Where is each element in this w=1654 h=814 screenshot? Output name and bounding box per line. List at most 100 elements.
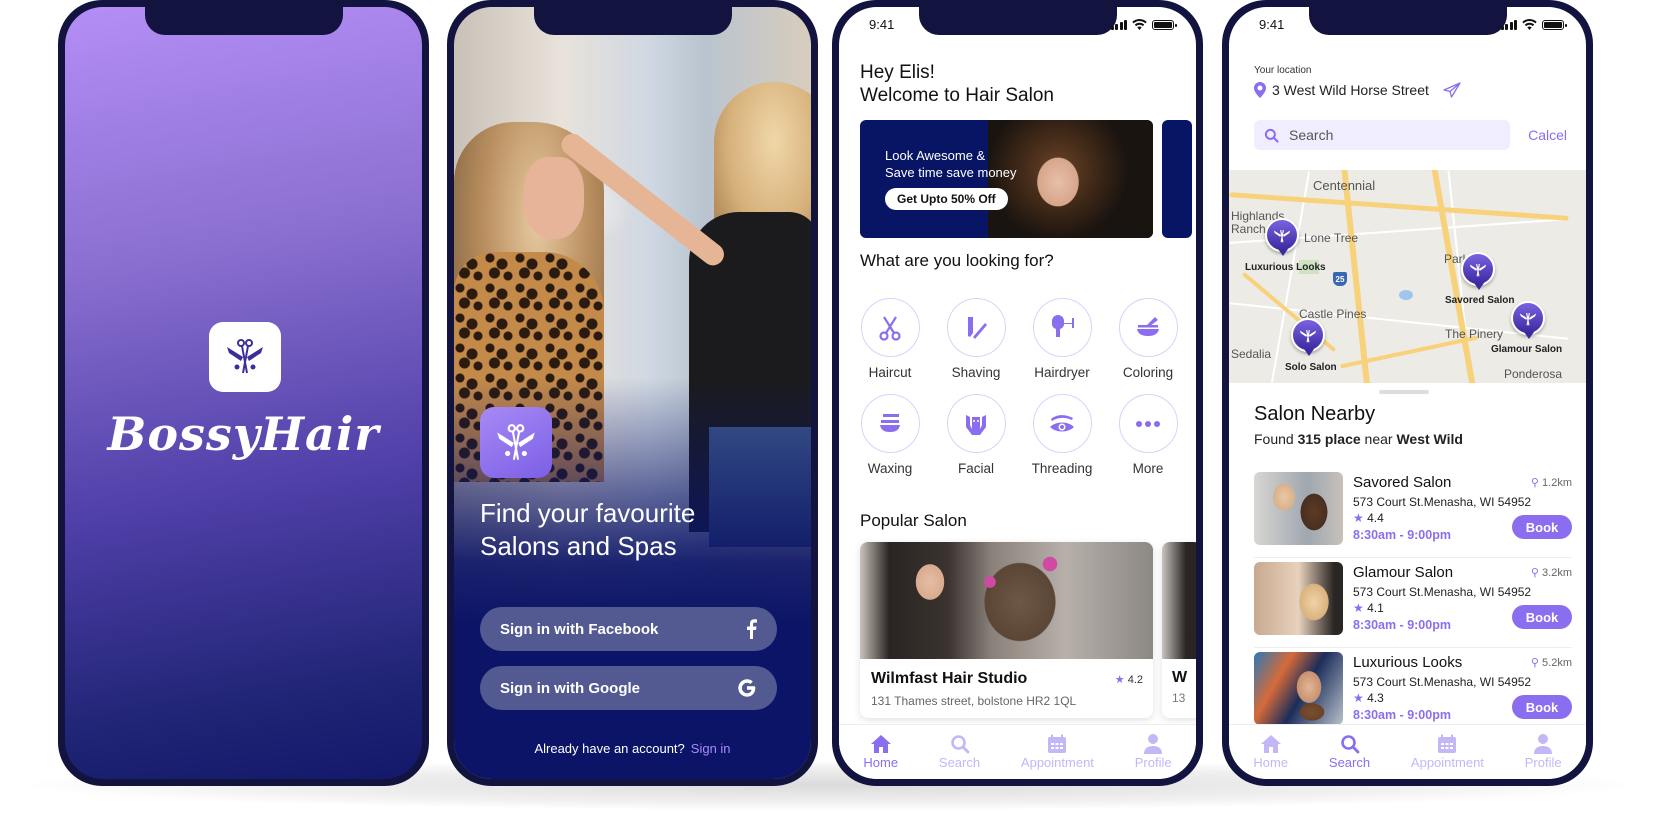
app-logo bbox=[209, 322, 281, 392]
star-icon: ★ bbox=[1353, 511, 1364, 525]
battery-icon bbox=[1152, 20, 1177, 30]
star-icon: ★ bbox=[1114, 674, 1125, 686]
notch bbox=[144, 7, 343, 35]
tab-profile[interactable]: Profile bbox=[1135, 725, 1172, 779]
sign-in-prompt: Already have an account? Sign in bbox=[534, 741, 731, 756]
category-threading[interactable]: Threading bbox=[1032, 394, 1092, 476]
category-hairdryer[interactable]: Hairdryer bbox=[1032, 298, 1092, 380]
tab-bar: Home Search Appointment Profile bbox=[839, 724, 1196, 779]
tab-appointment[interactable]: Appointment bbox=[1021, 725, 1094, 779]
search-icon bbox=[1264, 128, 1279, 143]
coloring-bowl-icon bbox=[1137, 316, 1159, 336]
battery-icon bbox=[1542, 20, 1567, 30]
app-logo bbox=[480, 407, 552, 478]
category-shaving[interactable]: Shaving bbox=[946, 298, 1006, 380]
google-icon bbox=[738, 679, 756, 697]
notch bbox=[1308, 7, 1507, 35]
popular-salon-card-next[interactable]: W 13 bbox=[1162, 542, 1196, 718]
sign-in-facebook-button[interactable]: Sign in with Facebook bbox=[480, 607, 777, 651]
onboarding-headline: Find your favourite Salons and Spas bbox=[480, 498, 696, 561]
search-icon bbox=[950, 735, 969, 754]
promo-banner[interactable]: Look Awesome & Save time save money Get … bbox=[860, 120, 1153, 238]
offer-button[interactable]: Get Upto 50% Off bbox=[885, 188, 1008, 210]
sign-in-google-button[interactable]: Sign in with Google bbox=[480, 666, 777, 710]
map-view[interactable]: 25 Centennial Highlands Ranch Lone Tree … bbox=[1229, 170, 1586, 383]
phone-home: 9:41 Hey Elis! Welcome to Hair Salon Loo… bbox=[832, 0, 1203, 786]
salon-photo bbox=[860, 542, 1153, 659]
category-coloring[interactable]: Coloring bbox=[1118, 298, 1178, 380]
map-pin-glamour-salon[interactable] bbox=[1511, 301, 1547, 341]
book-button[interactable]: Book bbox=[1512, 515, 1572, 539]
promo-banner-next[interactable] bbox=[1162, 120, 1192, 238]
nearby-title: Salon Nearby bbox=[1254, 403, 1376, 425]
send-location-icon[interactable] bbox=[1443, 82, 1461, 98]
salon-logo-icon bbox=[1273, 229, 1291, 243]
book-button[interactable]: Book bbox=[1512, 605, 1572, 629]
salon-rating: ★ 4.2 bbox=[1114, 674, 1143, 686]
tab-appointment[interactable]: Appointment bbox=[1411, 725, 1484, 779]
calendar-icon bbox=[1048, 734, 1067, 753]
category-grid: Haircut Shaving Hairdryer Coloring Waxin… bbox=[860, 298, 1180, 476]
more-dots-icon bbox=[1136, 420, 1160, 427]
popular-salon-title: Popular Salon bbox=[860, 511, 967, 530]
location-pin-icon: ⚲ bbox=[1530, 477, 1539, 489]
status-time: 9:41 bbox=[869, 17, 895, 32]
notch bbox=[533, 7, 732, 35]
status-icons bbox=[1500, 19, 1567, 30]
salon-thumbnail bbox=[1254, 472, 1343, 545]
facial-icon bbox=[966, 414, 986, 435]
home-icon bbox=[1260, 735, 1281, 753]
signal-icon bbox=[1110, 20, 1127, 30]
calendar-icon bbox=[1438, 734, 1457, 753]
onboarding-screen: Find your favourite Salons and Spas Sign… bbox=[454, 7, 811, 779]
scissors-comb-butterfly-icon bbox=[227, 339, 263, 374]
signal-icon bbox=[1500, 20, 1517, 30]
salon-thumbnail bbox=[1254, 652, 1343, 725]
wifi-icon bbox=[1522, 19, 1537, 30]
user-icon bbox=[1144, 734, 1163, 754]
phone-onboarding: Find your favourite Salons and Spas Sign… bbox=[447, 0, 818, 786]
wifi-icon bbox=[1132, 19, 1147, 30]
category-haircut[interactable]: Haircut bbox=[860, 298, 920, 380]
home-icon bbox=[870, 735, 891, 753]
tab-search[interactable]: Search bbox=[939, 725, 980, 779]
greeting: Hey Elis! Welcome to Hair Salon bbox=[860, 62, 1054, 106]
salon-list-item[interactable]: Savored Salon ⚲ 1.2km 573 Court St.Menas… bbox=[1254, 468, 1572, 558]
sheet-drag-handle[interactable] bbox=[1379, 390, 1429, 394]
hairdryer-icon bbox=[1052, 314, 1074, 337]
notch bbox=[918, 7, 1117, 35]
book-button[interactable]: Book bbox=[1512, 695, 1572, 719]
salon-list: Savored Salon ⚲ 1.2km 573 Court St.Menas… bbox=[1254, 468, 1572, 738]
salon-list-item[interactable]: Glamour Salon ⚲ 3.2km 573 Court St.Menas… bbox=[1254, 558, 1572, 648]
tab-home[interactable]: Home bbox=[863, 725, 898, 779]
home-screen: 9:41 Hey Elis! Welcome to Hair Salon Loo… bbox=[839, 7, 1196, 779]
map-pin-solo-salon[interactable] bbox=[1291, 318, 1327, 358]
tab-home[interactable]: Home bbox=[1253, 725, 1288, 779]
cancel-button[interactable]: Calcel bbox=[1528, 127, 1567, 143]
status-time: 9:41 bbox=[1259, 17, 1285, 32]
phone-search: 9:41 Your location 3 West Wild Horse Str… bbox=[1222, 0, 1593, 786]
status-icons bbox=[1110, 19, 1177, 30]
category-more[interactable]: More bbox=[1118, 394, 1178, 476]
map-pin-savored-salon[interactable] bbox=[1461, 252, 1497, 292]
location-label: Your location bbox=[1254, 65, 1312, 76]
salon-logo-icon bbox=[1519, 312, 1537, 326]
brand-name: BossyHair bbox=[107, 407, 380, 461]
salon-address: 131 Thames street, bolstone HR2 1QL bbox=[871, 694, 1077, 708]
category-facial[interactable]: Facial bbox=[946, 394, 1006, 476]
facebook-icon bbox=[747, 619, 757, 639]
map-pin-luxurious-looks[interactable] bbox=[1265, 218, 1301, 258]
category-waxing[interactable]: Waxing bbox=[860, 394, 920, 476]
location-pin-icon: ⚲ bbox=[1530, 567, 1539, 579]
tab-search[interactable]: Search bbox=[1329, 725, 1370, 779]
location-pin-icon: ⚲ bbox=[1530, 657, 1539, 669]
tab-profile[interactable]: Profile bbox=[1525, 725, 1562, 779]
search-input[interactable]: Search bbox=[1254, 120, 1510, 150]
wax-bowl-icon bbox=[880, 413, 900, 432]
search-icon bbox=[1340, 735, 1359, 754]
popular-salon-card[interactable]: Wilmfast Hair Studio ★ 4.2 131 Thames st… bbox=[860, 542, 1153, 718]
salon-logo-icon bbox=[1299, 329, 1317, 343]
current-location[interactable]: 3 West Wild Horse Street bbox=[1254, 82, 1461, 98]
sign-in-link[interactable]: Sign in bbox=[691, 741, 731, 756]
app-showcase: BossyHair Find your favourite Salons and… bbox=[0, 0, 1654, 814]
